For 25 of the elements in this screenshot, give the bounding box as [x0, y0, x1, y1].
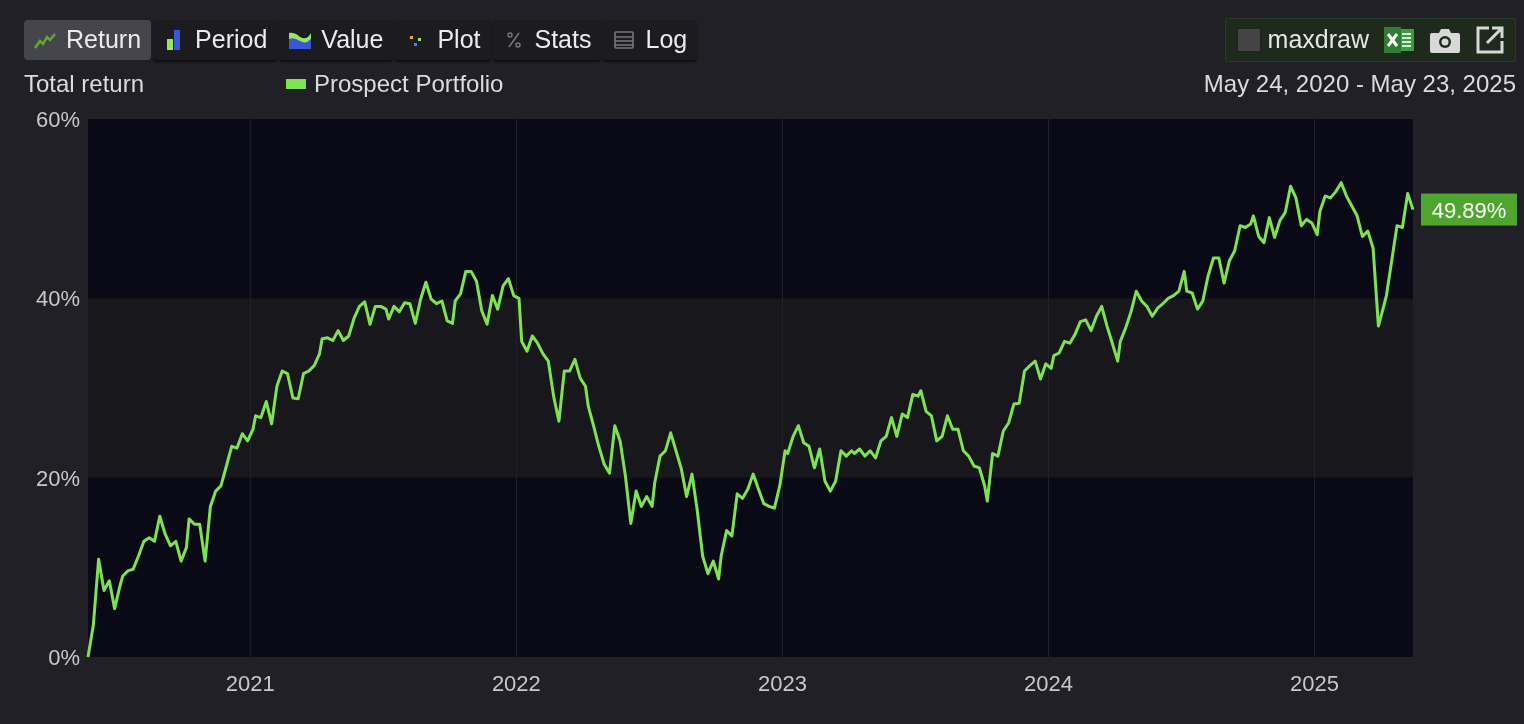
maxdraw-checkbox[interactable] [1235, 27, 1262, 53]
chart-tab[interactable]: Value [279, 20, 394, 60]
y-axis-label: 20% [35, 465, 80, 491]
x-axis-label: 2021 [225, 671, 275, 696]
checkbox-label: maxdraw [1267, 24, 1369, 56]
spreadsheet-icon[interactable] [1383, 25, 1415, 55]
legend-label: Prospect Portfolio [314, 69, 504, 99]
last-value-tag: 49.89% [1421, 193, 1517, 226]
chart-title: Total return [24, 69, 146, 99]
date-range: May 24, 2020 - May 23, 2025 [1203, 69, 1516, 99]
x-axis-label: 2025 [1290, 671, 1340, 696]
chart-tab[interactable]: Plot [395, 20, 491, 60]
x-axis-label: 2024 [1024, 671, 1073, 696]
chart-tab[interactable]: Log [603, 20, 698, 60]
chart-tab[interactable]: Period [153, 20, 278, 60]
y-axis-label: 0% [48, 645, 80, 670]
x-axis-label: 2022 [491, 671, 541, 696]
list-icon [613, 29, 636, 51]
chart-tab[interactable]: Return [24, 20, 152, 60]
chart-tab[interactable]: Stats [492, 20, 602, 60]
x-axis-label: 2023 [757, 671, 807, 696]
y-axis-label: 60% [35, 107, 80, 132]
camera-icon[interactable] [1429, 26, 1461, 54]
y-axis-label: 40% [35, 286, 80, 312]
external-link-icon[interactable] [1475, 25, 1505, 55]
